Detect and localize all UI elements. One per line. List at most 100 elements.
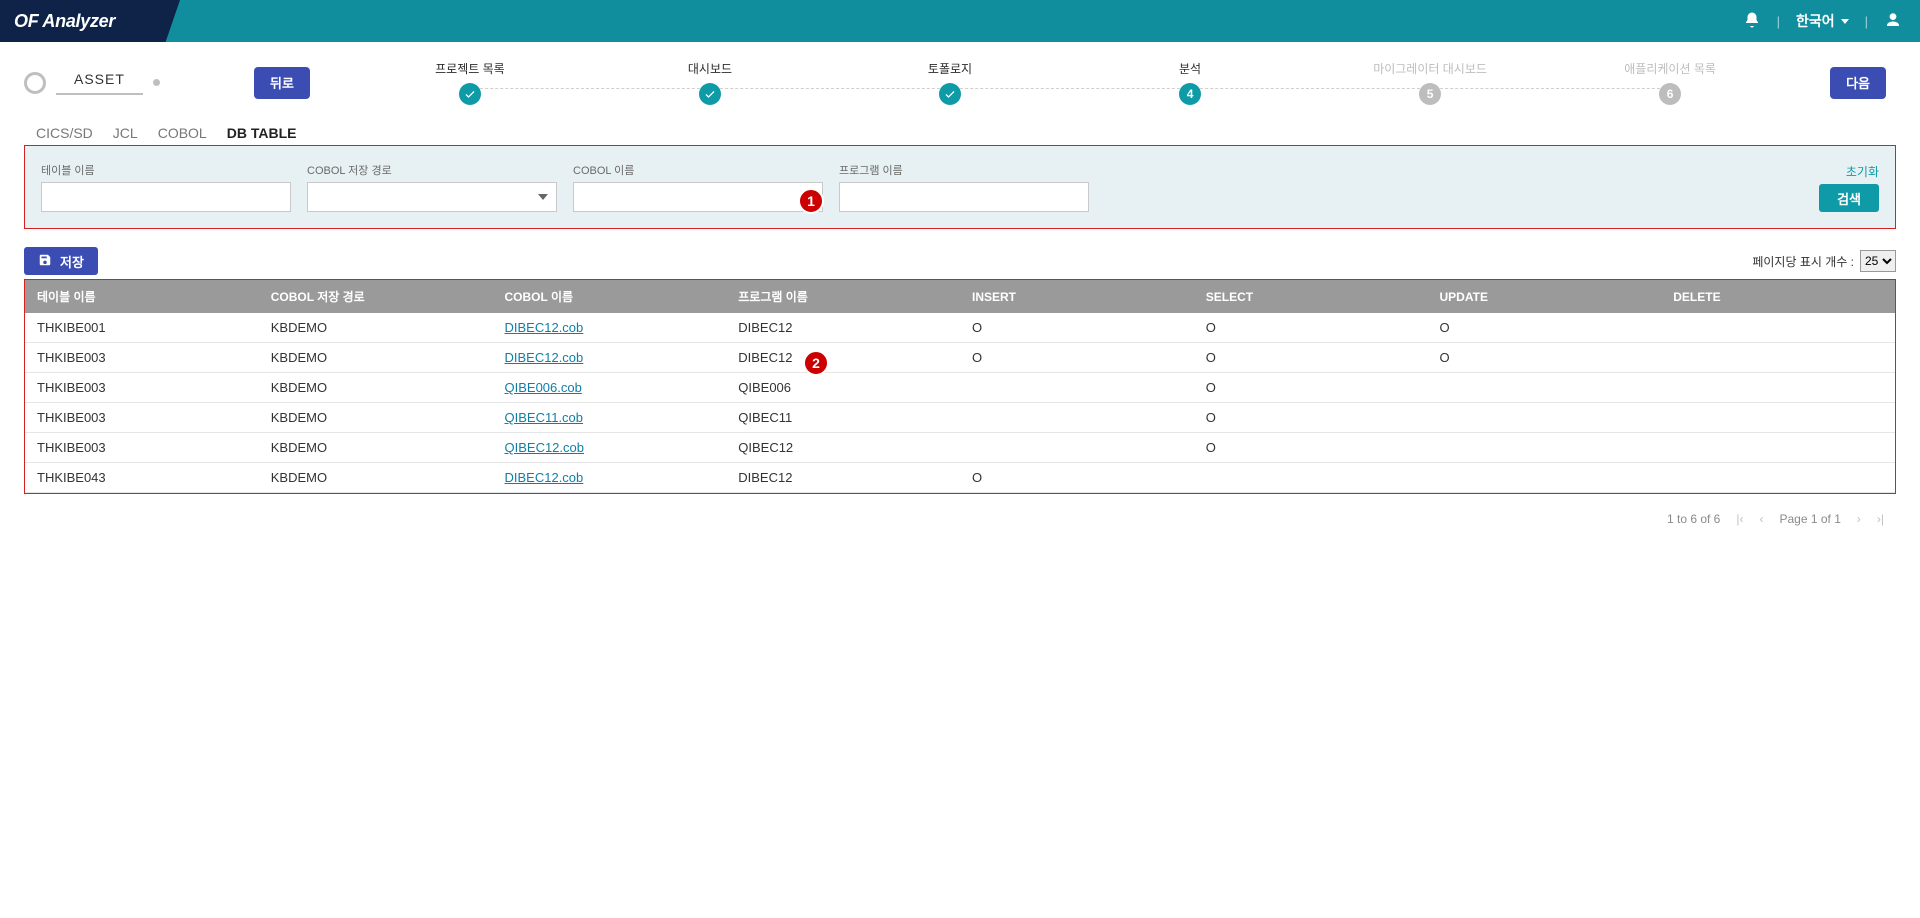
table-row[interactable]: THKIBE003KBDEMODIBEC12.cobDIBEC12OOO: [25, 343, 1895, 373]
cell-insert: O: [960, 313, 1194, 343]
search-field-cobol-path: COBOL 저장 경로: [307, 162, 557, 212]
cobol-file-link[interactable]: QIBEC12.cob: [505, 440, 585, 455]
cell-update: [1428, 373, 1662, 403]
check-icon: [459, 83, 481, 105]
separator: |: [1777, 14, 1780, 29]
cell-select: O: [1194, 403, 1428, 433]
results-table-wrap: 2 테이블 이름 COBOL 저장 경로 COBOL 이름 프로그램 이름 IN…: [24, 279, 1896, 494]
page-first-icon[interactable]: |‹: [1736, 512, 1743, 526]
col-header-select[interactable]: SELECT: [1194, 280, 1428, 313]
cell-program-name: QIBE006: [726, 373, 960, 403]
page-next-icon[interactable]: ›: [1857, 512, 1861, 526]
page-last-icon[interactable]: ›|: [1877, 512, 1884, 526]
step-topology[interactable]: 토폴로지: [830, 60, 1070, 105]
col-header-program-name[interactable]: 프로그램 이름: [726, 280, 960, 313]
table-row[interactable]: THKIBE003KBDEMOQIBEC11.cobQIBEC11O: [25, 403, 1895, 433]
tab-db-table[interactable]: DB TABLE: [227, 121, 297, 145]
step-label: 애플리케이션 목록: [1624, 60, 1716, 77]
field-label: COBOL 이름: [573, 162, 823, 178]
cobol-path-select[interactable]: [307, 182, 557, 212]
bell-icon[interactable]: [1743, 11, 1761, 32]
cobol-file-link[interactable]: QIBEC11.cob: [505, 410, 584, 425]
cobol-file-link[interactable]: DIBEC12.cob: [505, 470, 584, 485]
asset-group: ASSET: [24, 71, 214, 95]
search-panel: 테이블 이름 COBOL 저장 경로 COBOL 이름 프로그램 이름 초기화 …: [25, 146, 1895, 228]
step-dashboard[interactable]: 대시보드: [590, 60, 830, 105]
col-header-table-name[interactable]: 테이블 이름: [25, 280, 259, 313]
search-field-program-name: 프로그램 이름: [839, 162, 1089, 212]
language-selector[interactable]: 한국어: [1796, 11, 1849, 31]
cell-delete: [1661, 373, 1895, 403]
table-row[interactable]: THKIBE001KBDEMODIBEC12.cobDIBEC12OOO: [25, 313, 1895, 343]
cell-cobol-name: DIBEC12.cob: [493, 313, 727, 343]
results-table: 테이블 이름 COBOL 저장 경로 COBOL 이름 프로그램 이름 INSE…: [25, 280, 1895, 493]
tab-jcl[interactable]: JCL: [113, 121, 138, 145]
header-actions: | 한국어 |: [1743, 11, 1920, 32]
page-prev-icon[interactable]: ‹: [1759, 512, 1763, 526]
cell-select: O: [1194, 433, 1428, 463]
chevron-down-icon: [538, 194, 548, 200]
cell-cobol-path: KBDEMO: [259, 463, 493, 493]
cell-table-name: THKIBE003: [25, 403, 259, 433]
cell-table-name: THKIBE001: [25, 313, 259, 343]
save-label: 저장: [60, 252, 84, 271]
search-field-table-name: 테이블 이름: [41, 162, 291, 212]
cobol-file-link[interactable]: DIBEC12.cob: [505, 320, 584, 335]
reset-link[interactable]: 초기화: [1846, 163, 1879, 180]
cobol-name-input[interactable]: [573, 182, 823, 212]
pagination-page-label: Page 1 of 1: [1779, 512, 1840, 526]
asset-radio[interactable]: [24, 72, 46, 94]
col-header-update[interactable]: UPDATE: [1428, 280, 1662, 313]
page-size-control: 페이지당 표시 개수 : 25: [1752, 250, 1896, 272]
col-header-cobol-path[interactable]: COBOL 저장 경로: [259, 280, 493, 313]
tab-cobol[interactable]: COBOL: [158, 121, 207, 145]
cell-update: [1428, 403, 1662, 433]
save-button[interactable]: 저장: [24, 247, 98, 275]
cell-select: O: [1194, 313, 1428, 343]
col-header-cobol-name[interactable]: COBOL 이름: [493, 280, 727, 313]
step-migrator-dashboard[interactable]: 마이그레이터 대시보드 5: [1310, 60, 1550, 105]
cell-select: [1194, 463, 1428, 493]
cell-cobol-path: KBDEMO: [259, 373, 493, 403]
cell-insert: [960, 433, 1194, 463]
cell-update: [1428, 463, 1662, 493]
col-header-delete[interactable]: DELETE: [1661, 280, 1895, 313]
cell-insert: [960, 403, 1194, 433]
field-label: 테이블 이름: [41, 162, 291, 178]
cell-cobol-name: DIBEC12.cob: [493, 463, 727, 493]
pagination: 1 to 6 of 6 |‹ ‹ Page 1 of 1 › ›|: [0, 494, 1920, 544]
col-header-insert[interactable]: INSERT: [960, 280, 1194, 313]
cobol-file-link[interactable]: DIBEC12.cob: [505, 350, 584, 365]
step-application-list[interactable]: 애플리케이션 목록 6: [1550, 60, 1790, 105]
tab-cics-sd[interactable]: CICS/SD: [36, 121, 93, 145]
table-name-input[interactable]: [41, 182, 291, 212]
cell-program-name: QIBEC11: [726, 403, 960, 433]
back-button[interactable]: 뒤로: [254, 67, 310, 99]
cell-table-name: THKIBE003: [25, 343, 259, 373]
check-icon: [699, 83, 721, 105]
check-icon: [939, 83, 961, 105]
save-icon: [38, 253, 52, 270]
cell-table-name: THKIBE043: [25, 463, 259, 493]
cell-program-name: DIBEC12: [726, 463, 960, 493]
next-button[interactable]: 다음: [1830, 67, 1886, 99]
field-label: 프로그램 이름: [839, 162, 1089, 178]
program-name-input[interactable]: [839, 182, 1089, 212]
cobol-file-link[interactable]: QIBE006.cob: [505, 380, 582, 395]
cell-insert: [960, 373, 1194, 403]
logo-text: OF Analyzer: [14, 11, 115, 32]
table-row[interactable]: THKIBE043KBDEMODIBEC12.cobDIBEC12O: [25, 463, 1895, 493]
cell-select: O: [1194, 343, 1428, 373]
cell-update: [1428, 433, 1662, 463]
table-row[interactable]: THKIBE003KBDEMOQIBEC12.cobQIBEC12O: [25, 433, 1895, 463]
page-size-select[interactable]: 25: [1860, 250, 1896, 272]
table-row[interactable]: THKIBE003KBDEMOQIBE006.cobQIBE006O: [25, 373, 1895, 403]
step-analysis[interactable]: 분석 4: [1070, 60, 1310, 105]
table-header-row: 테이블 이름 COBOL 저장 경로 COBOL 이름 프로그램 이름 INSE…: [25, 280, 1895, 313]
asset-dot: [153, 79, 160, 86]
search-button[interactable]: 검색: [1819, 184, 1879, 212]
user-icon[interactable]: [1884, 11, 1902, 32]
step-number: 5: [1419, 83, 1441, 105]
step-project-list[interactable]: 프로젝트 목록: [350, 60, 590, 105]
cell-cobol-name: QIBEC11.cob: [493, 403, 727, 433]
